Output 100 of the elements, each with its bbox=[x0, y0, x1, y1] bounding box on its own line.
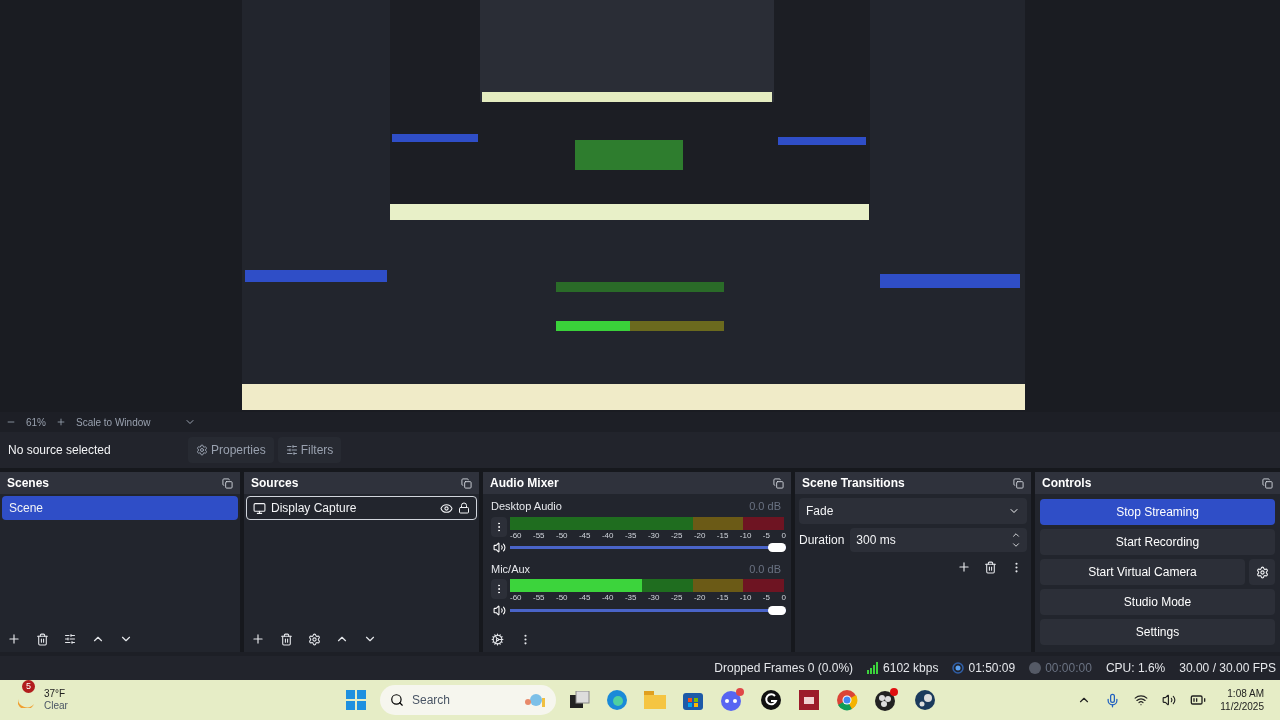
scale-label: -40 bbox=[601, 529, 614, 542]
scale-label: -55 bbox=[533, 592, 545, 604]
source-item[interactable]: Display Capture bbox=[246, 496, 477, 520]
increment-icon[interactable] bbox=[1011, 530, 1021, 540]
channel-menu-button[interactable] bbox=[491, 516, 507, 537]
windows-start-icon[interactable] bbox=[346, 690, 366, 710]
properties-button[interactable]: Properties bbox=[188, 437, 274, 463]
scale-label: -40 bbox=[601, 592, 614, 604]
clock-time: 1:08 AM bbox=[1227, 687, 1264, 700]
control-button[interactable]: Studio Mode bbox=[1040, 589, 1275, 615]
lock-icon[interactable] bbox=[458, 502, 470, 514]
clock-date: 11/2/2025 bbox=[1220, 700, 1264, 713]
scale-label: -60 bbox=[510, 529, 522, 542]
scale-label: -10 bbox=[739, 529, 752, 542]
scale-label: 0 bbox=[781, 592, 786, 604]
float-icon[interactable] bbox=[1262, 477, 1273, 489]
channel-menu-button[interactable] bbox=[491, 579, 507, 599]
filter-icon bbox=[285, 444, 298, 456]
scale-label: -45 bbox=[578, 529, 591, 542]
stream-time: 01:50:09 bbox=[968, 660, 1016, 677]
notification-badge: 5 bbox=[22, 680, 35, 693]
float-icon[interactable] bbox=[222, 477, 233, 489]
scale-mode-dropdown[interactable]: Scale to Window bbox=[76, 414, 186, 430]
transition-dropdown[interactable]: Fade bbox=[799, 498, 1027, 524]
record-icon bbox=[1029, 662, 1042, 674]
wifi-icon[interactable] bbox=[1134, 693, 1149, 707]
filter-icon bbox=[64, 633, 76, 645]
volume-icon[interactable] bbox=[1162, 693, 1177, 707]
float-icon[interactable] bbox=[773, 477, 784, 489]
scale-label: -30 bbox=[647, 529, 660, 542]
channel-name: Desktop Audio bbox=[491, 499, 562, 514]
microphone-icon[interactable] bbox=[1105, 692, 1121, 708]
control-button[interactable]: Stop Streaming bbox=[1040, 499, 1275, 525]
gear-icon bbox=[1255, 565, 1269, 579]
scale-label: -20 bbox=[693, 592, 706, 604]
duration-label: Duration bbox=[799, 532, 845, 549]
scale-label: -5 bbox=[762, 592, 770, 604]
speaker-icon bbox=[492, 603, 506, 617]
scale-label: -25 bbox=[670, 529, 683, 542]
scale-label: 0 bbox=[781, 529, 786, 542]
float-icon[interactable] bbox=[461, 477, 472, 489]
channel-name: Mic/Aux bbox=[491, 561, 531, 577]
filters-button[interactable]: Filters bbox=[277, 437, 342, 463]
scale-label: -15 bbox=[716, 529, 729, 542]
search-bar[interactable]: Search bbox=[380, 685, 556, 715]
app-icon[interactable] bbox=[798, 689, 820, 711]
fps: 30.00 / 30.00 FPS bbox=[1179, 660, 1276, 677]
dock-title: Controls bbox=[1042, 475, 1092, 492]
dock-title: Sources bbox=[251, 475, 299, 492]
decoration-icon bbox=[524, 692, 546, 708]
volume-slider[interactable] bbox=[510, 541, 786, 554]
scale-label: -20 bbox=[693, 529, 706, 542]
volume-slider[interactable] bbox=[510, 604, 786, 616]
g-app-icon[interactable] bbox=[760, 689, 782, 711]
float-icon[interactable] bbox=[1013, 477, 1024, 489]
trash-icon bbox=[35, 632, 49, 646]
scene-item[interactable]: Scene bbox=[2, 496, 238, 520]
trash-icon bbox=[279, 632, 293, 646]
browser-icon[interactable] bbox=[606, 689, 628, 711]
scale-label: -35 bbox=[624, 529, 637, 542]
scale-label: -10 bbox=[739, 592, 752, 604]
search-input[interactable]: Search bbox=[412, 691, 516, 709]
monitor-icon bbox=[253, 501, 266, 515]
record-time: 00:00:00 bbox=[1045, 660, 1092, 677]
control-button[interactable]: Start Recording bbox=[1040, 529, 1275, 555]
plus-icon bbox=[957, 560, 971, 574]
control-button[interactable]: Settings bbox=[1040, 619, 1275, 645]
chrome-icon[interactable] bbox=[836, 689, 858, 711]
scale-label: -35 bbox=[624, 592, 637, 604]
scale-label: -60 bbox=[510, 592, 522, 604]
trash-icon bbox=[983, 560, 997, 574]
control-button[interactable]: Start Virtual Camera bbox=[1040, 559, 1245, 585]
dock-title: Scenes bbox=[7, 475, 50, 492]
scale-label: -30 bbox=[647, 592, 660, 604]
settings-button[interactable] bbox=[1249, 559, 1275, 585]
duration-field[interactable]: 300 ms bbox=[850, 528, 1027, 552]
chat-app-icon[interactable] bbox=[720, 688, 744, 712]
battery-icon[interactable] bbox=[1190, 692, 1207, 708]
gear-icon bbox=[490, 632, 504, 646]
gear-icon bbox=[307, 632, 321, 646]
zoom-in-icon[interactable] bbox=[56, 417, 66, 427]
zoom-level: 61% bbox=[26, 415, 46, 430]
scale-label: -50 bbox=[555, 529, 568, 542]
scale-label: -45 bbox=[578, 592, 591, 604]
streaming-icon bbox=[952, 662, 965, 674]
task-view-icon[interactable] bbox=[570, 691, 590, 709]
dropped-frames: Dropped Frames 0 (0.0%) bbox=[714, 659, 854, 677]
plus-icon bbox=[251, 632, 265, 646]
decrement-icon[interactable] bbox=[1011, 540, 1021, 550]
channel-reading: 0.0 dB bbox=[749, 561, 781, 577]
scale-label: -55 bbox=[533, 529, 545, 542]
source-status-label: No source selected bbox=[8, 442, 112, 459]
weather-condition: Clear bbox=[44, 700, 68, 712]
temperature: 37°F bbox=[44, 688, 67, 700]
recording-app-icon[interactable] bbox=[874, 688, 898, 712]
visibility-icon[interactable] bbox=[440, 501, 453, 515]
scale-label: -50 bbox=[555, 592, 568, 604]
gear-icon bbox=[196, 444, 208, 456]
channel-reading: 0.0 dB bbox=[749, 499, 781, 514]
plus-icon bbox=[7, 632, 21, 646]
